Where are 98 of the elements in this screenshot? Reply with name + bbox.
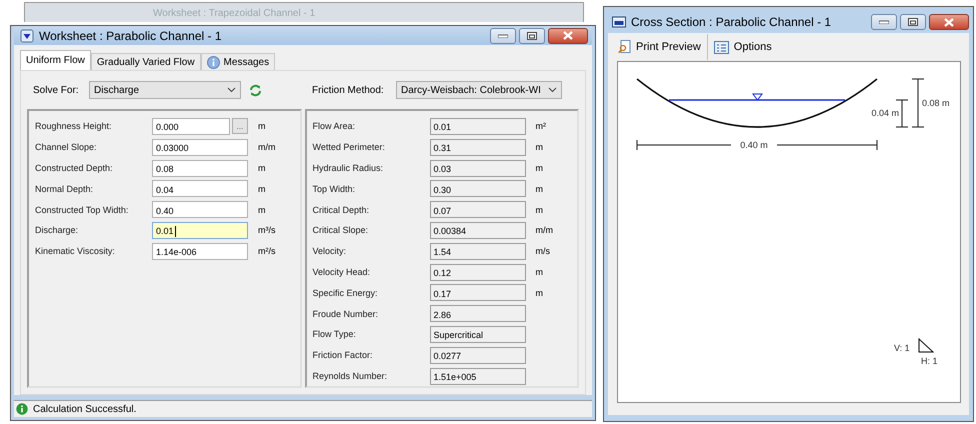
scale-label: H: 1 bbox=[921, 356, 938, 366]
input-field[interactable]: 0.04 bbox=[152, 180, 248, 198]
input-field[interactable]: 0.08 bbox=[152, 160, 248, 177]
unit-label: m bbox=[536, 267, 544, 278]
unit-label: m/m bbox=[536, 225, 554, 236]
friction-method-label: Friction Method: bbox=[312, 84, 385, 96]
field-label: Roughness Height: bbox=[35, 121, 113, 132]
minimize-button[interactable] bbox=[871, 14, 897, 30]
unit-label: m²/s bbox=[258, 246, 276, 256]
tab[interactable]: Messages bbox=[200, 53, 276, 70]
magnifier-page-icon bbox=[618, 40, 631, 54]
close-button[interactable] bbox=[929, 14, 969, 30]
input-field[interactable]: 0.01 bbox=[152, 222, 248, 239]
solve-for-dropdown[interactable]: Discharge bbox=[89, 81, 241, 100]
result-label: Wetted Perimeter: bbox=[312, 142, 386, 152]
result-label: Friction Factor: bbox=[312, 350, 374, 360]
result-label: Hydraulic Radius: bbox=[312, 163, 384, 174]
water-level-marker-icon bbox=[752, 94, 763, 101]
result-label: Critical Slope: bbox=[312, 225, 370, 236]
scale-label: V: 1 bbox=[894, 343, 910, 353]
close-button[interactable] bbox=[548, 28, 588, 44]
field-label: Constructed Depth: bbox=[35, 163, 114, 174]
result-field: 1.51e+005 bbox=[430, 368, 526, 384]
unit-label: m bbox=[258, 163, 266, 174]
close-icon bbox=[944, 18, 954, 26]
toolbar-button[interactable]: Print Preview bbox=[616, 40, 707, 54]
dimension-label: 0.08 m bbox=[922, 98, 950, 108]
restore-icon bbox=[908, 18, 918, 26]
browse-button[interactable]: ... bbox=[232, 118, 248, 134]
input-field[interactable]: 1.14e-006 bbox=[152, 242, 248, 260]
unit-label: m/s bbox=[536, 246, 551, 256]
input-field[interactable]: 0.000 bbox=[152, 118, 230, 135]
window-title: Worksheet : Parabolic Channel - 1 bbox=[39, 28, 223, 43]
field-label: Constructed Top Width: bbox=[35, 204, 130, 215]
solve-for-label: Solve For: bbox=[33, 84, 80, 96]
result-label: Critical Depth: bbox=[312, 204, 370, 215]
field-label: Discharge: bbox=[35, 225, 80, 236]
unit-label: m³/s bbox=[258, 225, 276, 236]
chevron-icon bbox=[227, 87, 236, 94]
result-field: 0.00384 bbox=[430, 222, 526, 239]
result-field: 0.30 bbox=[430, 180, 526, 198]
info-icon bbox=[16, 403, 28, 416]
result-field: 0.0277 bbox=[430, 346, 526, 364]
input-field[interactable]: 0.40 bbox=[152, 201, 248, 218]
app-icon bbox=[612, 15, 626, 29]
result-label: Top Width: bbox=[312, 184, 356, 194]
result-field: 0.07 bbox=[430, 201, 526, 218]
unit-label: m bbox=[536, 142, 544, 152]
input-field[interactable]: 0.03000 bbox=[152, 138, 248, 156]
maximize-button[interactable] bbox=[900, 14, 926, 30]
maximize-button[interactable] bbox=[519, 28, 545, 44]
result-label: Reynolds Number: bbox=[312, 371, 388, 381]
refresh-icon[interactable] bbox=[249, 84, 262, 97]
triangle-icon bbox=[918, 338, 934, 352]
tab[interactable]: Gradually Varied Flow bbox=[90, 53, 201, 70]
app-icon bbox=[20, 28, 34, 43]
result-field: 1.54 bbox=[430, 242, 526, 260]
result-label: Velocity: bbox=[312, 246, 348, 256]
unit-label: m bbox=[258, 121, 266, 132]
result-label: Froude Number: bbox=[312, 308, 380, 319]
result-field: 0.17 bbox=[430, 284, 526, 302]
unit-label: m bbox=[258, 184, 266, 194]
result-label: Velocity Head: bbox=[312, 267, 372, 278]
unit-label: m bbox=[258, 204, 266, 215]
dimension-label: 0.40 m bbox=[740, 140, 768, 150]
result-label: Specific Energy: bbox=[312, 288, 379, 298]
field-label: Normal Depth: bbox=[35, 184, 94, 194]
result-field: 0.01 bbox=[430, 118, 526, 135]
toolbar-button[interactable]: Options bbox=[712, 40, 778, 54]
minimize-button[interactable] bbox=[490, 28, 516, 44]
dimension-label: 0.04 m bbox=[871, 108, 899, 118]
window-title: Worksheet : Trapezoidal Channel - 1 bbox=[153, 8, 316, 19]
result-field: 2.86 bbox=[430, 305, 526, 322]
result-field: 0.31 bbox=[430, 138, 526, 156]
minimize-icon bbox=[879, 20, 889, 24]
unit-label: m² bbox=[536, 121, 547, 132]
list-icon bbox=[714, 40, 729, 54]
unit-label: m bbox=[536, 204, 544, 215]
unit-label: m/m bbox=[258, 142, 276, 152]
minimize-icon bbox=[498, 34, 508, 38]
window-title: Cross Section : Parabolic Channel - 1 bbox=[631, 15, 832, 29]
result-field: Supercritical bbox=[430, 326, 526, 343]
result-label: Flow Area: bbox=[312, 121, 356, 132]
result-field: 0.03 bbox=[430, 160, 526, 177]
field-label: Kinematic Viscosity: bbox=[35, 246, 116, 256]
result-label: Flow Type: bbox=[312, 329, 357, 340]
info-icon bbox=[206, 56, 220, 69]
friction-method-dropdown[interactable]: Darcy-Weisbach: Colebrook-WI bbox=[396, 81, 562, 100]
close-icon bbox=[563, 31, 573, 40]
status-text: Calculation Successful. bbox=[33, 404, 136, 415]
chevron-icon bbox=[548, 87, 557, 94]
field-label: Channel Slope: bbox=[35, 142, 98, 152]
restore-icon bbox=[527, 32, 537, 40]
unit-label: m bbox=[536, 184, 544, 194]
unit-label: m bbox=[536, 163, 544, 174]
tab[interactable]: Uniform Flow bbox=[20, 50, 91, 70]
unit-label: m bbox=[536, 288, 544, 298]
result-field: 0.12 bbox=[430, 264, 526, 281]
